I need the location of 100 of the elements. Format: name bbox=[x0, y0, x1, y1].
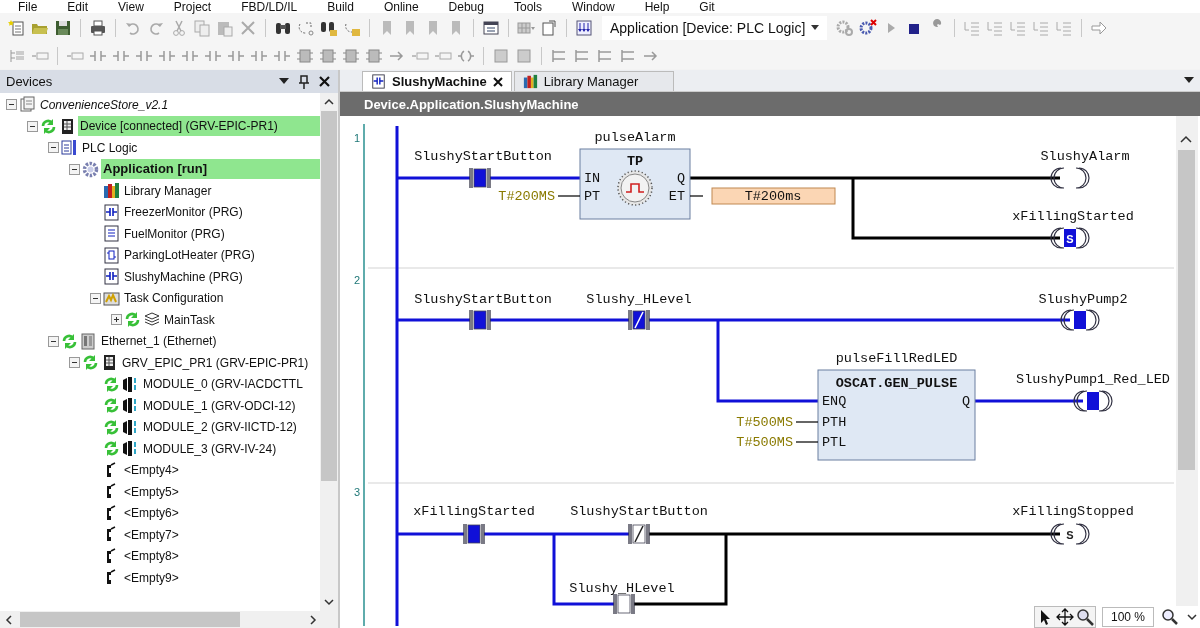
caret-icon[interactable] bbox=[1184, 77, 1194, 84]
scroll-up-icon[interactable] bbox=[1180, 135, 1192, 143]
negated-contact[interactable] bbox=[628, 309, 650, 331]
block-icon[interactable] bbox=[342, 47, 360, 65]
coil[interactable] bbox=[1073, 390, 1113, 412]
tree-item[interactable]: <Empty4> bbox=[122, 460, 320, 481]
collapse-icon[interactable] bbox=[27, 120, 38, 132]
menu-item[interactable]: Build bbox=[327, 1, 354, 13]
zoom-level[interactable]: 100 % bbox=[1101, 607, 1154, 627]
tree-item[interactable]: MODULE_3 (GRV-IV-24) bbox=[141, 438, 320, 459]
tree-item[interactable]: PLC Logic bbox=[80, 137, 320, 158]
square-icon[interactable] bbox=[515, 47, 533, 65]
arrow-right-icon[interactable] bbox=[1090, 19, 1109, 37]
block-icon[interactable] bbox=[296, 47, 314, 65]
tree-item[interactable]: Library Manager bbox=[122, 180, 320, 201]
menu-item[interactable]: File bbox=[18, 1, 38, 13]
search-icon[interactable] bbox=[1075, 608, 1094, 626]
expand-icon[interactable] bbox=[111, 314, 122, 326]
tree-item[interactable]: MODULE_0 (GRV-IACDCTTL bbox=[141, 374, 320, 395]
menu-item[interactable]: FBD/LD/IL bbox=[241, 1, 298, 13]
gear-error-icon[interactable] bbox=[859, 19, 878, 37]
delete-icon[interactable] bbox=[239, 19, 257, 37]
collapse-icon[interactable] bbox=[48, 142, 59, 154]
coil[interactable] bbox=[1060, 309, 1100, 331]
menu-item[interactable]: View bbox=[118, 1, 144, 13]
application-dropdown[interactable]: Application [Device: PLC Logic] bbox=[602, 16, 828, 40]
tree-item[interactable]: Application [run] bbox=[101, 159, 320, 180]
collapse-icon[interactable] bbox=[48, 335, 59, 347]
function-block[interactable] bbox=[817, 369, 976, 461]
menu-item[interactable]: Debug bbox=[448, 1, 484, 13]
contact[interactable] bbox=[469, 167, 491, 189]
block-icon[interactable] bbox=[365, 47, 383, 65]
tree-item[interactable]: <Empty9> bbox=[122, 567, 320, 588]
close-icon[interactable] bbox=[492, 76, 503, 87]
square-icon[interactable] bbox=[492, 47, 510, 65]
replace-icon[interactable] bbox=[297, 19, 315, 37]
close-icon[interactable] bbox=[319, 76, 330, 87]
menu-item[interactable]: Window bbox=[571, 1, 615, 13]
contact[interactable] bbox=[463, 523, 485, 545]
collapse-icon[interactable] bbox=[6, 99, 17, 111]
tree-item[interactable]: <Empty7> bbox=[122, 524, 320, 545]
menu-item[interactable]: Tools bbox=[513, 1, 542, 13]
menu-item[interactable]: Edit bbox=[67, 1, 89, 13]
collapse-icon[interactable] bbox=[90, 292, 101, 304]
printer-icon[interactable] bbox=[89, 19, 107, 37]
negated-contact[interactable] bbox=[628, 523, 650, 545]
download-icon[interactable] bbox=[575, 19, 593, 37]
tree-item[interactable]: <Empty8> bbox=[122, 546, 320, 567]
step-icon[interactable] bbox=[1009, 19, 1028, 37]
scrollbar-thumb[interactable] bbox=[321, 111, 337, 481]
step-icon[interactable] bbox=[986, 19, 1005, 37]
coil[interactable] bbox=[1050, 167, 1090, 189]
tree-item[interactable]: Task Configuration bbox=[122, 288, 320, 309]
window-icon[interactable] bbox=[482, 19, 500, 37]
editor-tab[interactable]: SlushyMachine bbox=[362, 71, 512, 91]
new-file-icon[interactable] bbox=[8, 19, 26, 37]
caret-icon[interactable] bbox=[279, 78, 289, 85]
branch-icon[interactable] bbox=[619, 47, 637, 65]
branch-icon[interactable] bbox=[596, 47, 614, 65]
menu-item[interactable]: Help bbox=[644, 1, 670, 13]
tree-item[interactable]: MODULE_1 (GRV-ODCI-12) bbox=[141, 395, 320, 416]
tree-item[interactable]: <Empty6> bbox=[122, 503, 320, 524]
scrollbar-thumb[interactable] bbox=[20, 612, 240, 627]
tree-item[interactable]: ParkingLotHeater (PRG) bbox=[122, 245, 320, 266]
menu-item[interactable]: Project bbox=[173, 1, 212, 13]
scroll-right-icon[interactable] bbox=[308, 613, 318, 626]
editor-tab[interactable]: Library Manager bbox=[513, 71, 674, 91]
menu-item[interactable]: Git bbox=[699, 1, 715, 13]
step-icon[interactable] bbox=[1032, 19, 1051, 37]
menu-item[interactable]: Online bbox=[383, 1, 419, 13]
step-icon[interactable] bbox=[1055, 19, 1074, 37]
tree-item[interactable]: MainTask bbox=[162, 309, 320, 330]
tree-icon[interactable] bbox=[8, 47, 26, 65]
branch-icon[interactable] bbox=[573, 47, 591, 65]
tree-item[interactable]: Device [connected] (GRV-EPIC-PR1) bbox=[78, 116, 320, 137]
set-coil[interactable]: S bbox=[1050, 227, 1090, 249]
scrollbar-thumb[interactable] bbox=[1178, 150, 1195, 470]
tree-item[interactable]: MODULE_2 (GRV-IICTD-12) bbox=[141, 417, 320, 438]
copy-icon[interactable] bbox=[193, 19, 211, 37]
collapse-icon[interactable] bbox=[69, 163, 80, 175]
collapse-icon[interactable] bbox=[69, 357, 80, 369]
paste-icon[interactable] bbox=[216, 19, 234, 37]
tree-item[interactable]: Ethernet_1 (Ethernet) bbox=[99, 331, 320, 352]
save-icon[interactable] bbox=[54, 19, 72, 37]
tree-item[interactable]: FreezerMonitor (PRG) bbox=[122, 202, 320, 223]
tree-item[interactable]: ConvenienceStore_v2.1 bbox=[38, 94, 320, 115]
tree-item[interactable]: SlushyMachine (PRG) bbox=[122, 266, 320, 287]
pin-icon[interactable] bbox=[299, 74, 309, 89]
step-icon[interactable] bbox=[963, 19, 982, 37]
grid-icon[interactable] bbox=[517, 19, 535, 37]
page-icon[interactable] bbox=[540, 19, 558, 37]
binoculars-icon[interactable] bbox=[320, 19, 338, 37]
tree-item[interactable]: FuelMonitor (PRG) bbox=[122, 223, 320, 244]
move-icon[interactable] bbox=[1055, 608, 1074, 626]
tree-item[interactable]: <Empty5> bbox=[122, 481, 320, 502]
coil-icon[interactable] bbox=[457, 47, 475, 65]
search-icon[interactable] bbox=[1160, 608, 1180, 626]
block-icon[interactable] bbox=[319, 47, 337, 65]
contact[interactable] bbox=[469, 309, 491, 331]
scroll-left-icon[interactable] bbox=[4, 613, 14, 626]
